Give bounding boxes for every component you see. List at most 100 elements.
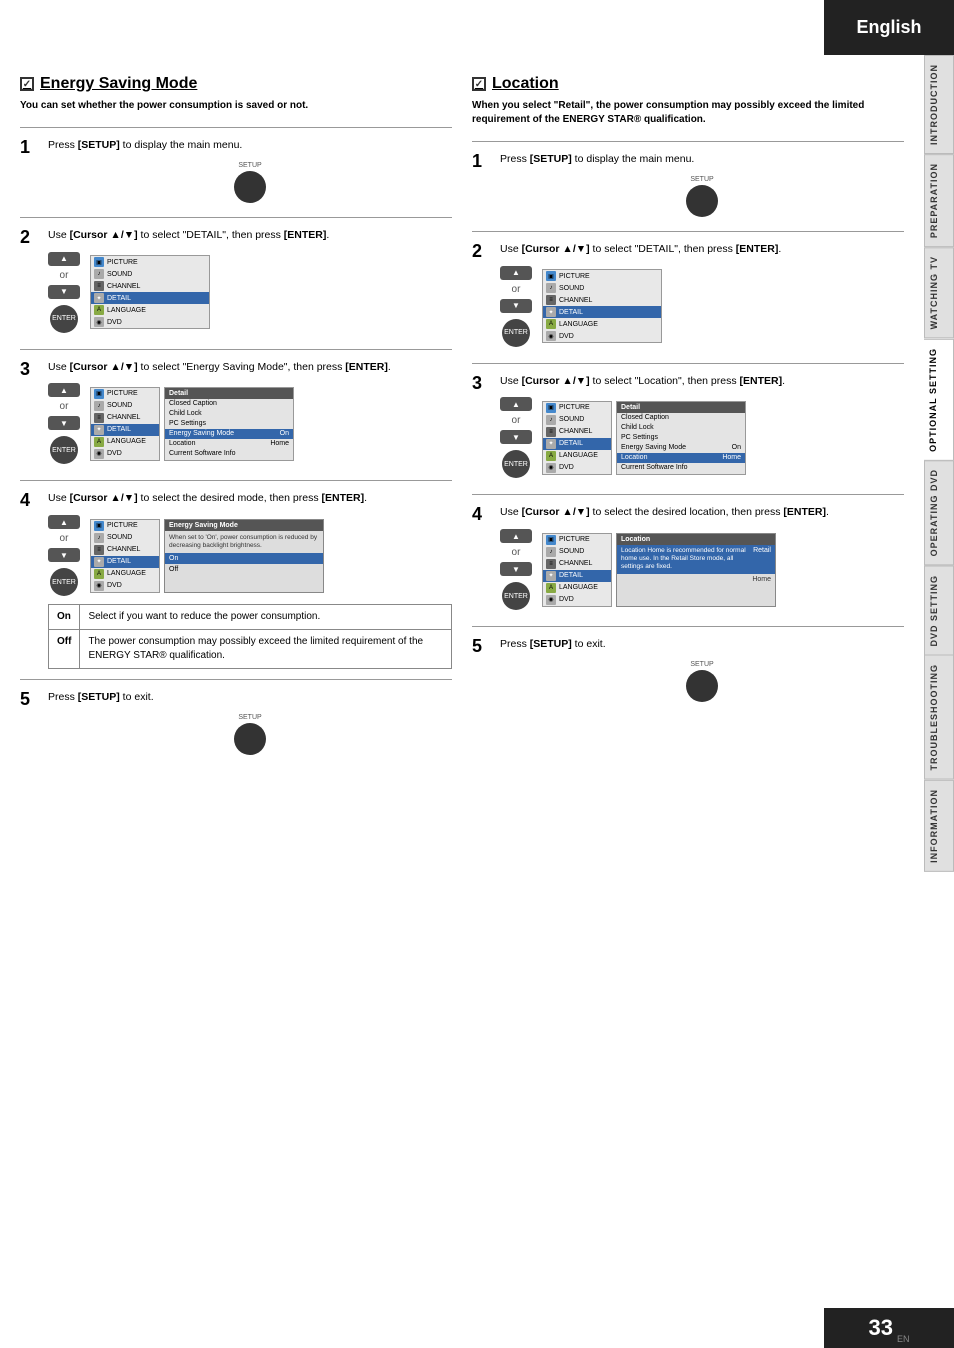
btn-enter-4l: ENTER [50, 568, 78, 596]
detail-menu-3r: Detail Closed Caption Child Lock PC Sett… [616, 401, 746, 475]
tab-watching-tv[interactable]: WATCHING TV [924, 247, 954, 338]
tab-preparation[interactable]: PREPARATION [924, 154, 954, 247]
on-off-table: On Select if you want to reduce the powe… [48, 604, 452, 669]
btn-enter-3r: ENTER [502, 450, 530, 478]
right-step-5-setup: SETUP [500, 661, 904, 702]
menu-row-picture-2l: ▣ PICTURE [91, 256, 209, 268]
left-step-2-content: Use [Cursor ▲/▼] to select "DETAIL", the… [48, 228, 452, 339]
location-popup-4r: Location Location Home is recommended fo… [616, 533, 776, 607]
right-step-5-number: 5 [472, 637, 492, 655]
menu-item-picture-2l: PICTURE [107, 259, 138, 266]
setup-button-5l [234, 723, 266, 755]
language-label: English [856, 17, 921, 38]
left-step-1: 1 Press [SETUP] to display the main menu… [20, 127, 452, 217]
mr-ch-4l: ≡CHANNEL [91, 544, 159, 556]
left-step-4-number: 4 [20, 491, 40, 509]
mr-det-4l: ✦DETAIL [91, 556, 159, 568]
left-step-4-content: Use [Cursor ▲/▼] to select the desired m… [48, 491, 452, 669]
off-label: Off [49, 630, 80, 669]
right-step-4-text: Use [Cursor ▲/▼] to select the desired l… [500, 505, 904, 521]
esm-popup-desc-4l: When set to 'On', power consumption is r… [165, 531, 323, 554]
right-step-3: 3 Use [Cursor ▲/▼] to select "Location",… [472, 363, 904, 495]
right-step-3-menus: ▣PICTURE ♪SOUND ≡CHANNEL ✦DETAIL ALANGUA… [542, 401, 746, 475]
right-step-3-content: Use [Cursor ▲/▼] to select "Location", t… [500, 374, 904, 485]
tab-operating-dvd[interactable]: OPERATING DVD [924, 460, 954, 565]
detail-menu-3l: Detail Closed Caption Child Lock PC Sett… [164, 387, 294, 461]
left-step-3-text: Use [Cursor ▲/▼] to select "Energy Savin… [48, 360, 452, 376]
menu-row-ch-3l: ≡ CHANNEL [91, 412, 159, 424]
main-content: Energy Saving Mode You can set whether t… [0, 55, 924, 1348]
mr-ch-2r: ≡CHANNEL [543, 294, 661, 306]
on-row: On Select if you want to reduce the powe… [49, 605, 452, 630]
menu-item-language-2l: LANGUAGE [107, 307, 146, 314]
main-menu-3r: ▣PICTURE ♪SOUND ≡CHANNEL ✦DETAIL ALANGUA… [542, 401, 612, 475]
tab-introduction[interactable]: INTRODUCTION [924, 55, 954, 154]
right-step-1-content: Press [SETUP] to display the main menu. … [500, 152, 904, 221]
setup-button-1r [686, 185, 718, 217]
mr-det-2r: ✦DETAIL [543, 306, 661, 318]
tab-optional-setting[interactable]: OPTIONAL SETTING [924, 339, 954, 461]
right-step-2-remote: ▲ or ▼ ENTER ▣PICTURE ♪SOUND ≡CHANN [500, 266, 904, 347]
right-step-4-number: 4 [472, 505, 492, 523]
loc-retail-row: Location Home is recommended for normal … [617, 545, 775, 574]
right-remote-stack-4: ▲ or ▼ ENTER [500, 529, 532, 610]
esm-popup-4l: Energy Saving Mode When set to 'On', pow… [164, 519, 324, 593]
esm-popup-header-4l: Energy Saving Mode [165, 520, 323, 531]
menu-row-sound-3l: ♪ SOUND [91, 400, 159, 412]
mr-snd-4l: ♪SOUND [91, 532, 159, 544]
right-step-2-text: Use [Cursor ▲/▼] to select "DETAIL", the… [500, 242, 904, 258]
right-step-1-text: Press [SETUP] to display the main menu. [500, 152, 904, 168]
tab-dvd-setting[interactable]: DVD SETTING [924, 566, 954, 656]
loc-popup-header-4r: Location [617, 534, 775, 545]
left-step-1-text: Press [SETUP] to display the main menu. [48, 138, 452, 154]
menu-item-channel-2l: CHANNEL [107, 283, 140, 290]
snd-icon-3l: ♪ [94, 401, 104, 411]
picture-icon-2l: ▣ [94, 257, 104, 267]
right-step-3-number: 3 [472, 374, 492, 392]
btn-up-4l: ▲ [48, 515, 80, 529]
or-text-2l: or [60, 270, 69, 281]
right-step-2-number: 2 [472, 242, 492, 260]
tab-information[interactable]: INFORMATION [924, 780, 954, 872]
btn-down-4l: ▼ [48, 548, 80, 562]
pic-icon-3l: ▣ [94, 389, 104, 399]
or-text-3l: or [60, 401, 69, 412]
detail-location-3l: Location Home [165, 439, 293, 449]
right-step-3-remote: ▲ or ▼ ENTER ▣PICTURE ♪SOUND ≡CHANNEL ✦D… [500, 397, 904, 478]
btn-down-2l: ▼ [48, 285, 80, 299]
detail-pc-settings-3l: PC Settings [165, 419, 293, 429]
detail-icon-2l: ✦ [94, 293, 104, 303]
btn-up-3r: ▲ [500, 397, 532, 411]
right-remote-stack-3: ▲ or ▼ ENTER [500, 397, 532, 478]
channel-icon-2l: ≡ [94, 281, 104, 291]
setup-button-1l [234, 171, 266, 203]
main-menu-4l: ▣PICTURE ♪SOUND ≡CHANNEL ✦DETAIL [90, 519, 160, 593]
setup-label-1l: SETUP [238, 162, 261, 169]
menu-row-dvd-2l: ◉ DVD [91, 316, 209, 328]
menu-row-dvd2-3l: ◉ DVD [91, 448, 159, 460]
left-step-3-menus: ▣ PICTURE ♪ SOUND ≡ CHANNEL [90, 387, 294, 461]
btn-enter-3l: ENTER [50, 436, 78, 464]
mr-dvd-4l: ◉DVD [91, 580, 159, 592]
right-column: Location When you select "Retail", the p… [472, 75, 904, 1308]
esm-off-4l: Off [165, 564, 323, 575]
off-desc: The power consumption may possibly excee… [80, 630, 452, 669]
right-step-5-text: Press [SETUP] to exit. [500, 637, 904, 653]
btn-up-3l: ▲ [48, 383, 80, 397]
tab-troubleshooting[interactable]: TROUBLESHOOTING [924, 655, 954, 780]
menu-row-detail-2l: ✦ DETAIL [91, 292, 209, 304]
right-step-2: 2 Use [Cursor ▲/▼] to select "DETAIL", t… [472, 231, 904, 363]
sound-icon-2l: ♪ [94, 269, 104, 279]
left-step-4-remote: ▲ or ▼ ENTER ▣PICTURE ♪SOUND [48, 515, 452, 596]
btn-up-2r: ▲ [500, 266, 532, 280]
detail-child-lock-3l: Child Lock [165, 409, 293, 419]
esm-on-4l: On [165, 553, 323, 564]
menu-row-sound-2l: ♪ SOUND [91, 268, 209, 280]
right-step-5-content: Press [SETUP] to exit. SETUP [500, 637, 904, 706]
left-remote-stack-4: ▲ or ▼ ENTER [48, 515, 80, 596]
right-step-4-content: Use [Cursor ▲/▼] to select the desired l… [500, 505, 904, 616]
menu-item-detail-2l: DETAIL [107, 295, 131, 302]
btn-enter-2l: ENTER [50, 305, 78, 333]
btn-down-3r: ▼ [500, 430, 532, 444]
or-text-4l: or [60, 533, 69, 544]
